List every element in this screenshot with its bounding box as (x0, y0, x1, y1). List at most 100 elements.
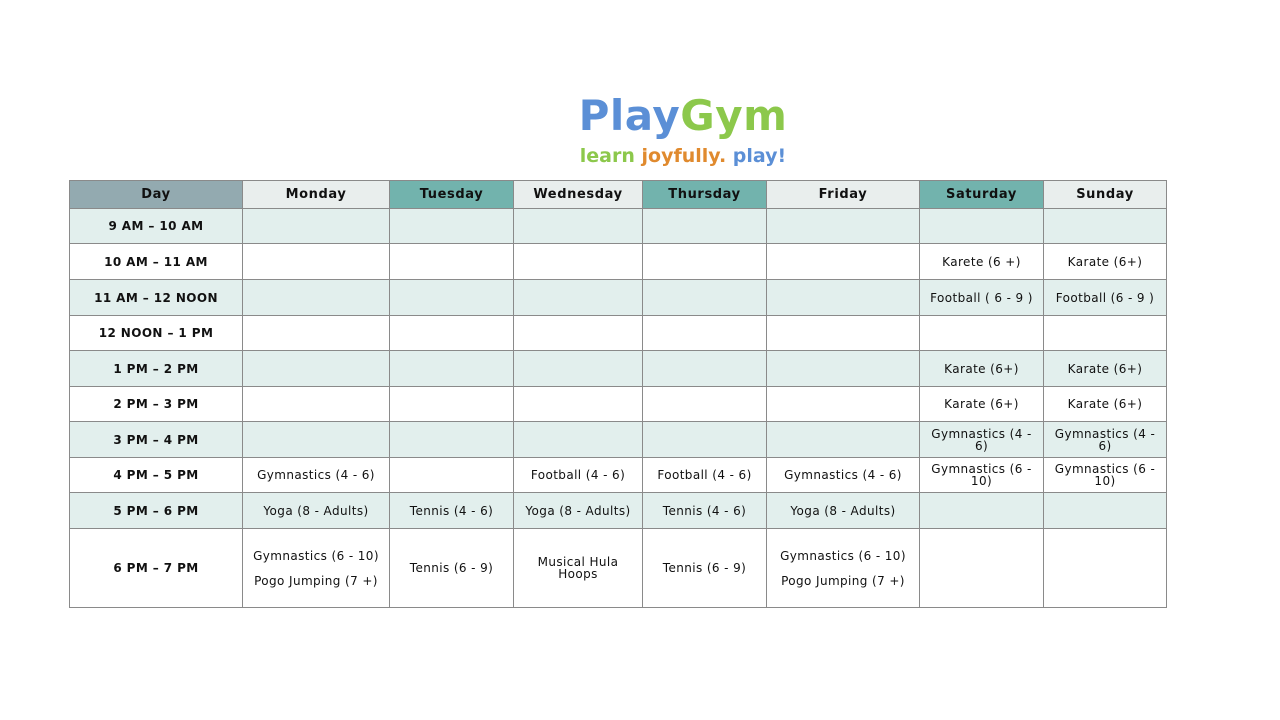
class-cell (642, 315, 767, 351)
class-entry: Tennis (6 - 9) (662, 561, 747, 575)
class-cell: Tennis (6 - 9) (389, 528, 514, 608)
class-cell (389, 279, 514, 316)
tagline-play: play! (732, 145, 787, 167)
time-slot-label: 12 NOON – 1 PM (69, 315, 243, 351)
class-cell (389, 421, 514, 458)
class-cell: Musical Hula Hoops (513, 528, 643, 608)
class-cell (642, 421, 767, 458)
class-cell (389, 315, 514, 351)
time-slot-label: 5 PM – 6 PM (69, 492, 243, 529)
class-entry: Pogo Jumping (7 +) (781, 573, 905, 588)
table-row: 3 PM – 4 PM Gymnastics (4 - 6) Gymnastics … (69, 421, 1167, 458)
class-cell: Yoga (8 - Adults) (242, 492, 390, 529)
table-row: 5 PM – 6 PM Yoga (8 - Adults) Tennis (4 - … (69, 492, 1167, 529)
table-row: 6 PM – 7 PM Gymnastics (6 - 10) Pogo Jumpi… (69, 528, 1167, 608)
class-cell (766, 279, 920, 316)
class-cell (766, 421, 920, 458)
class-cell (513, 350, 643, 387)
table-row: 2 PM – 3 PM Karate (6+) Karate (6+) (69, 386, 1167, 422)
class-cell (1043, 315, 1167, 351)
class-cell (766, 243, 920, 280)
logo-play: Play (578, 91, 681, 140)
class-cell (513, 208, 643, 244)
class-cell: Gymnastics (4 - 6) (766, 457, 920, 493)
class-cell (513, 386, 643, 422)
class-cell: Yoga (8 - Adults) (513, 492, 643, 529)
time-slot-label: 10 AM – 11 AM (69, 243, 243, 280)
class-cell: Tennis (6 - 9) (642, 528, 767, 608)
class-cell: Karate (6+) (919, 386, 1044, 422)
class-cell: Gymnastics (4 - 6) (919, 421, 1044, 458)
class-entry: Tennis (6 - 9) (409, 561, 494, 575)
header-row: Day Monday Tuesday Wednesday Thursday Fr… (69, 180, 1167, 209)
class-cell (1043, 492, 1167, 529)
class-cell (242, 386, 390, 422)
class-entry: Hoops (558, 567, 598, 581)
class-cell (389, 457, 514, 493)
tagline: learn joyfully. play! (0, 143, 1280, 169)
class-cell: Karete (6 +) (919, 243, 1044, 280)
class-cell: Gymnastics (4 - 6) (242, 457, 390, 493)
class-cell (642, 243, 767, 280)
class-cell (766, 350, 920, 387)
time-slot-label: 11 AM – 12 NOON (69, 279, 243, 316)
class-cell (242, 279, 390, 316)
class-cell (919, 528, 1044, 608)
header-tuesday: Tuesday (389, 180, 514, 209)
class-cell (766, 386, 920, 422)
class-cell (242, 315, 390, 351)
class-cell (919, 492, 1044, 529)
header-day: Day (69, 180, 243, 209)
tagline-learn: learn (579, 145, 635, 167)
header-sunday: Sunday (1043, 180, 1167, 209)
class-cell: Karate (6+) (1043, 386, 1167, 422)
class-cell: Karate (6+) (1043, 243, 1167, 280)
class-cell (389, 243, 514, 280)
tagline-joyfully: joyfully. (641, 145, 727, 167)
class-cell (242, 350, 390, 387)
class-cell (242, 243, 390, 280)
class-cell (642, 279, 767, 316)
header-monday: Monday (242, 180, 390, 209)
logo: PlayGym (0, 88, 1280, 144)
header-thursday: Thursday (642, 180, 767, 209)
class-cell (919, 315, 1044, 351)
table-row: 11 AM – 12 NOON Football ( 6 - 9 ) Footbal… (69, 279, 1167, 316)
class-cell: Gymnastics (4 - 6) (1043, 421, 1167, 458)
class-cell (642, 208, 767, 244)
class-entry: Pogo Jumping (7 +) (254, 573, 378, 588)
table-row: 10 AM – 11 AM Karete (6 +) Karate (6+) (69, 243, 1167, 280)
class-cell (389, 386, 514, 422)
time-slot-label: 1 PM – 2 PM (69, 350, 243, 387)
class-cell (1043, 208, 1167, 244)
table-row: 4 PM – 5 PM Gymnastics (4 - 6) Football (4… (69, 457, 1167, 493)
table-row: 9 AM – 10 AM (69, 208, 1167, 244)
class-cell (1043, 528, 1167, 608)
table-row: 1 PM – 2 PM Karate (6+) Karate (6+) (69, 350, 1167, 387)
class-cell: Gymnastics (6 - 10) (919, 457, 1044, 493)
class-cell: Football (6 - 9 ) (1043, 279, 1167, 316)
time-slot-label: 2 PM – 3 PM (69, 386, 243, 422)
class-cell (389, 350, 514, 387)
header-saturday: Saturday (919, 180, 1044, 209)
class-entry: Gymnastics (6 - 10) (253, 548, 379, 563)
class-cell (513, 243, 643, 280)
header-friday: Friday (766, 180, 920, 209)
class-cell (766, 315, 920, 351)
class-cell (389, 208, 514, 244)
class-cell (642, 386, 767, 422)
logo-gym: Gym (680, 91, 788, 140)
class-cell (766, 208, 920, 244)
class-cell: Karate (6+) (919, 350, 1044, 387)
class-cell: Football (4 - 6) (642, 457, 767, 493)
class-cell: Karate (6+) (1043, 350, 1167, 387)
schedule-table: Day Monday Tuesday Wednesday Thursday Fr… (69, 180, 1167, 608)
class-cell: Gymnastics (6 - 10) Pogo Jumping (7 +) (766, 528, 920, 608)
class-cell: Tennis (4 - 6) (389, 492, 514, 529)
time-slot-label: 9 AM – 10 AM (69, 208, 243, 244)
class-cell: Gymnastics (6 - 10) Pogo Jumping (7 +) (242, 528, 390, 608)
table-row: 12 NOON – 1 PM (69, 315, 1167, 351)
time-slot-label: 6 PM – 7 PM (69, 528, 243, 608)
class-entry: Gymnastics (6 - 10) (780, 548, 906, 563)
header-wednesday: Wednesday (513, 180, 643, 209)
